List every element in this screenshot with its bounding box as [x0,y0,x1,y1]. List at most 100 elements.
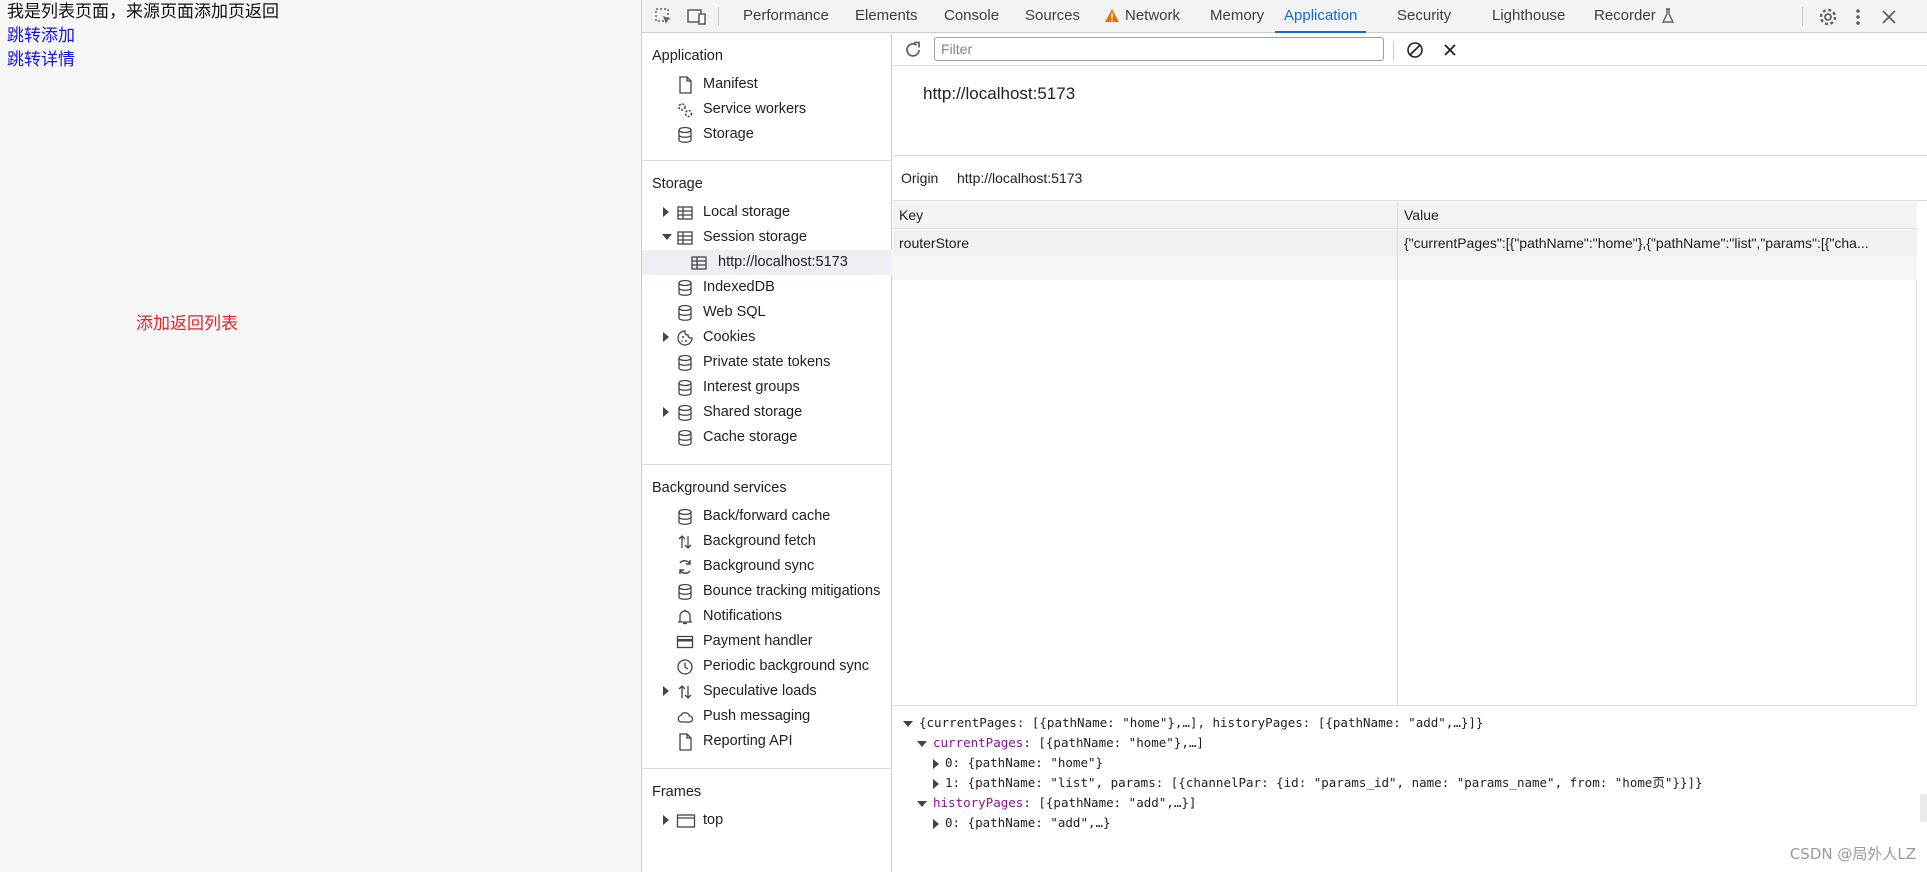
application-sidebar: Application Manifest Service workers Sto… [642,34,892,872]
sidebar-item-back-forward-cache[interactable]: Back/forward cache [642,504,892,529]
tab-sources[interactable]: Sources [1025,0,1080,33]
up-down-arrows-icon [676,533,694,551]
sidebar-item-shared-storage[interactable]: Shared storage [642,400,892,425]
tab-lighthouse[interactable]: Lighthouse [1492,0,1565,33]
sidebar-item-cookies[interactable]: Cookies [642,325,892,350]
table-icon [676,204,694,222]
close-devtools-icon[interactable] [1878,6,1900,28]
frame-window-icon [676,812,696,830]
scrollbar-thumb[interactable] [1920,794,1927,822]
sidebar-label: Bounce tracking mitigations [703,583,881,599]
refresh-icon[interactable] [903,40,923,65]
sidebar-item-payment-handler[interactable]: Payment handler [642,629,892,654]
tab-performance[interactable]: Performance [743,0,829,33]
expand-arrow-icon[interactable] [663,815,669,825]
sidebar-label: Push messaging [703,708,811,724]
toolbar-divider [1393,41,1394,60]
sidebar-item-storage[interactable]: Storage [642,122,892,147]
sidebar-item-web-sql[interactable]: Web SQL [642,300,892,325]
inspect-element-icon[interactable] [653,6,675,28]
collapse-arrow-icon[interactable] [917,740,927,747]
sidebar-item-push-messaging[interactable]: Push messaging [642,704,892,729]
expand-arrow-icon[interactable] [933,758,939,769]
database-icon [676,279,694,297]
section-divider [642,160,892,161]
table-icon [690,254,708,272]
storage-main-panel: http://localhost:5173 Origin http://loca… [893,34,1927,872]
sidebar-item-background-fetch[interactable]: Background fetch [642,529,892,554]
tab-recorder[interactable]: Recorder [1594,0,1656,33]
database-icon [676,583,694,601]
return-note: 添加返回列表 [136,314,238,334]
document-icon [676,76,694,94]
tab-security[interactable]: Security [1397,0,1451,33]
sidebar-item-session-localhost[interactable]: http://localhost:5173 [642,250,892,275]
collapse-arrow-icon[interactable] [662,234,672,240]
filter-input[interactable] [934,37,1384,61]
tab-memory[interactable]: Memory [1210,0,1264,33]
sidebar-label: Cookies [703,329,756,345]
toolbar-divider-2 [1802,7,1803,26]
sidebar-item-local-storage[interactable]: Local storage [642,200,892,225]
sidebar-label: Interest groups [703,379,800,395]
sidebar-item-reporting-api[interactable]: Reporting API [642,729,892,754]
devtools-tabbar: Performance Elements Console Sources Net… [642,0,1927,33]
sidebar-item-private-state-tokens[interactable]: Private state tokens [642,350,892,375]
collapse-arrow-icon[interactable] [917,800,927,807]
sidebar-item-indexeddb[interactable]: IndexedDB [642,275,892,300]
sidebar-item-cache-storage[interactable]: Cache storage [642,425,892,450]
preview-history-pages[interactable]: historyPages: [{pathName: "add",…}] [917,793,1196,813]
settings-gear-icon[interactable] [1817,6,1839,28]
expand-arrow-icon[interactable] [663,332,669,342]
section-title-background-services: Background services [652,480,787,496]
sidebar-item-manifest[interactable]: Manifest [642,72,892,97]
grid-cell-value[interactable]: {"currentPages":[{"pathName":"home"},{"p… [1398,230,1917,256]
database-icon [676,404,694,422]
tab-elements[interactable]: Elements [855,0,918,33]
sidebar-label: http://localhost:5173 [718,254,848,270]
grid-cell-key[interactable]: routerStore [893,230,1397,256]
sidebar-item-periodic-background-sync[interactable]: Periodic background sync [642,654,892,679]
preview-history-item-0[interactable]: 0: {pathName: "add",…} [933,813,1111,833]
tab-console[interactable]: Console [944,0,999,33]
sidebar-item-service-workers[interactable]: Service workers [642,97,892,122]
link-detail[interactable]: 跳转详情 [7,48,75,72]
expand-arrow-icon[interactable] [933,778,939,789]
sidebar-label: Private state tokens [703,354,831,370]
sidebar-item-background-sync[interactable]: Background sync [642,554,892,579]
collapse-arrow-icon[interactable] [903,720,913,727]
tab-application[interactable]: Application [1275,0,1367,33]
column-header-value[interactable]: Value [1398,202,1917,229]
origin-row: Origin http://localhost:5173 [893,157,1927,201]
table-icon [676,229,694,247]
link-add[interactable]: 跳转添加 [7,24,75,48]
sidebar-item-interest-groups[interactable]: Interest groups [642,375,892,400]
page-heading: 我是列表页面，来源页面添加页返回 [7,2,279,22]
device-toolbar-icon[interactable] [686,6,708,28]
expand-arrow-icon[interactable] [663,207,669,217]
expand-arrow-icon[interactable] [663,686,669,696]
tab-network[interactable]: Network [1125,0,1180,33]
sidebar-item-bounce-tracking[interactable]: Bounce tracking mitigations [642,579,892,604]
preview-root[interactable]: {currentPages: [{pathName: "home"},…], h… [903,713,1483,733]
column-header-key[interactable]: Key [893,202,1397,229]
credit-card-icon [676,633,694,651]
delete-selected-icon[interactable] [1440,40,1460,65]
preview-current-pages[interactable]: currentPages: [{pathName: "home"},…] [917,733,1204,753]
more-options-icon[interactable] [1847,6,1869,28]
sidebar-item-session-storage[interactable]: Session storage [642,225,892,250]
grid-empty-row [893,256,1917,280]
sidebar-label: Back/forward cache [703,508,831,524]
preview-current-item-1[interactable]: 1: {pathName: "list", params: [{channelP… [933,773,1703,793]
clear-all-icon[interactable] [1405,40,1425,65]
sidebar-item-speculative-loads[interactable]: Speculative loads [642,679,892,704]
sidebar-label: Background fetch [703,533,816,549]
sidebar-item-notifications[interactable]: Notifications [642,604,892,629]
storage-toolbar [893,34,1927,66]
expand-arrow-icon[interactable] [933,818,939,829]
preview-current-item-0[interactable]: 0: {pathName: "home"} [933,753,1103,773]
sidebar-item-frame-top[interactable]: top [642,808,892,833]
expand-arrow-icon[interactable] [663,407,669,417]
origin-title: http://localhost:5173 [923,84,1076,103]
database-icon [676,379,694,397]
